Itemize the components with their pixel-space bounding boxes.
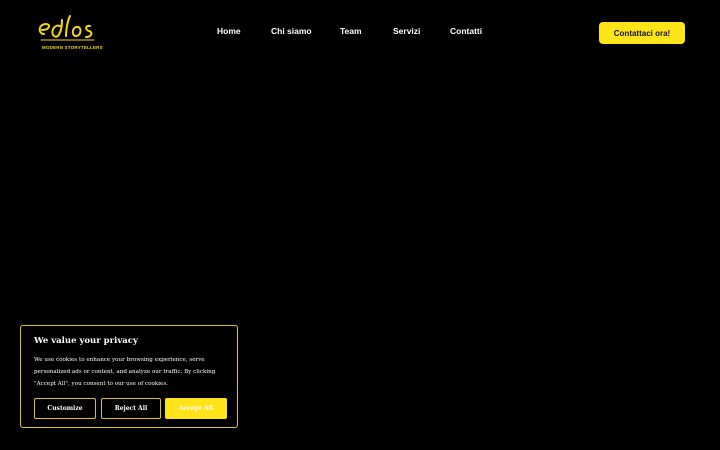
customize-button[interactable]: Customize	[34, 398, 96, 419]
contact-cta-button[interactable]: Contattaci ora!	[599, 22, 685, 44]
cookie-banner-text: We use cookies to enhance your browsing …	[34, 357, 216, 387]
cookie-banner-title: We value your privacy	[34, 336, 138, 346]
nav-item-home[interactable]: Home	[217, 26, 241, 36]
site-header: MODERN STORYTELLERS Home Chi siamo Team …	[0, 0, 720, 66]
cookie-consent-banner: We value your privacy We use cookies to …	[20, 325, 238, 428]
logo-tagline: MODERN STORYTELLERS	[42, 45, 103, 50]
nav-item-servizi[interactable]: Servizi	[393, 26, 420, 36]
nav-item-team[interactable]: Team	[340, 26, 362, 36]
accept-all-button[interactable]: Accept All	[165, 398, 227, 419]
nav-item-contatti[interactable]: Contatti	[450, 26, 482, 36]
reject-all-button[interactable]: Reject All	[101, 398, 161, 419]
nav-item-chi-siamo[interactable]: Chi siamo	[271, 26, 312, 36]
